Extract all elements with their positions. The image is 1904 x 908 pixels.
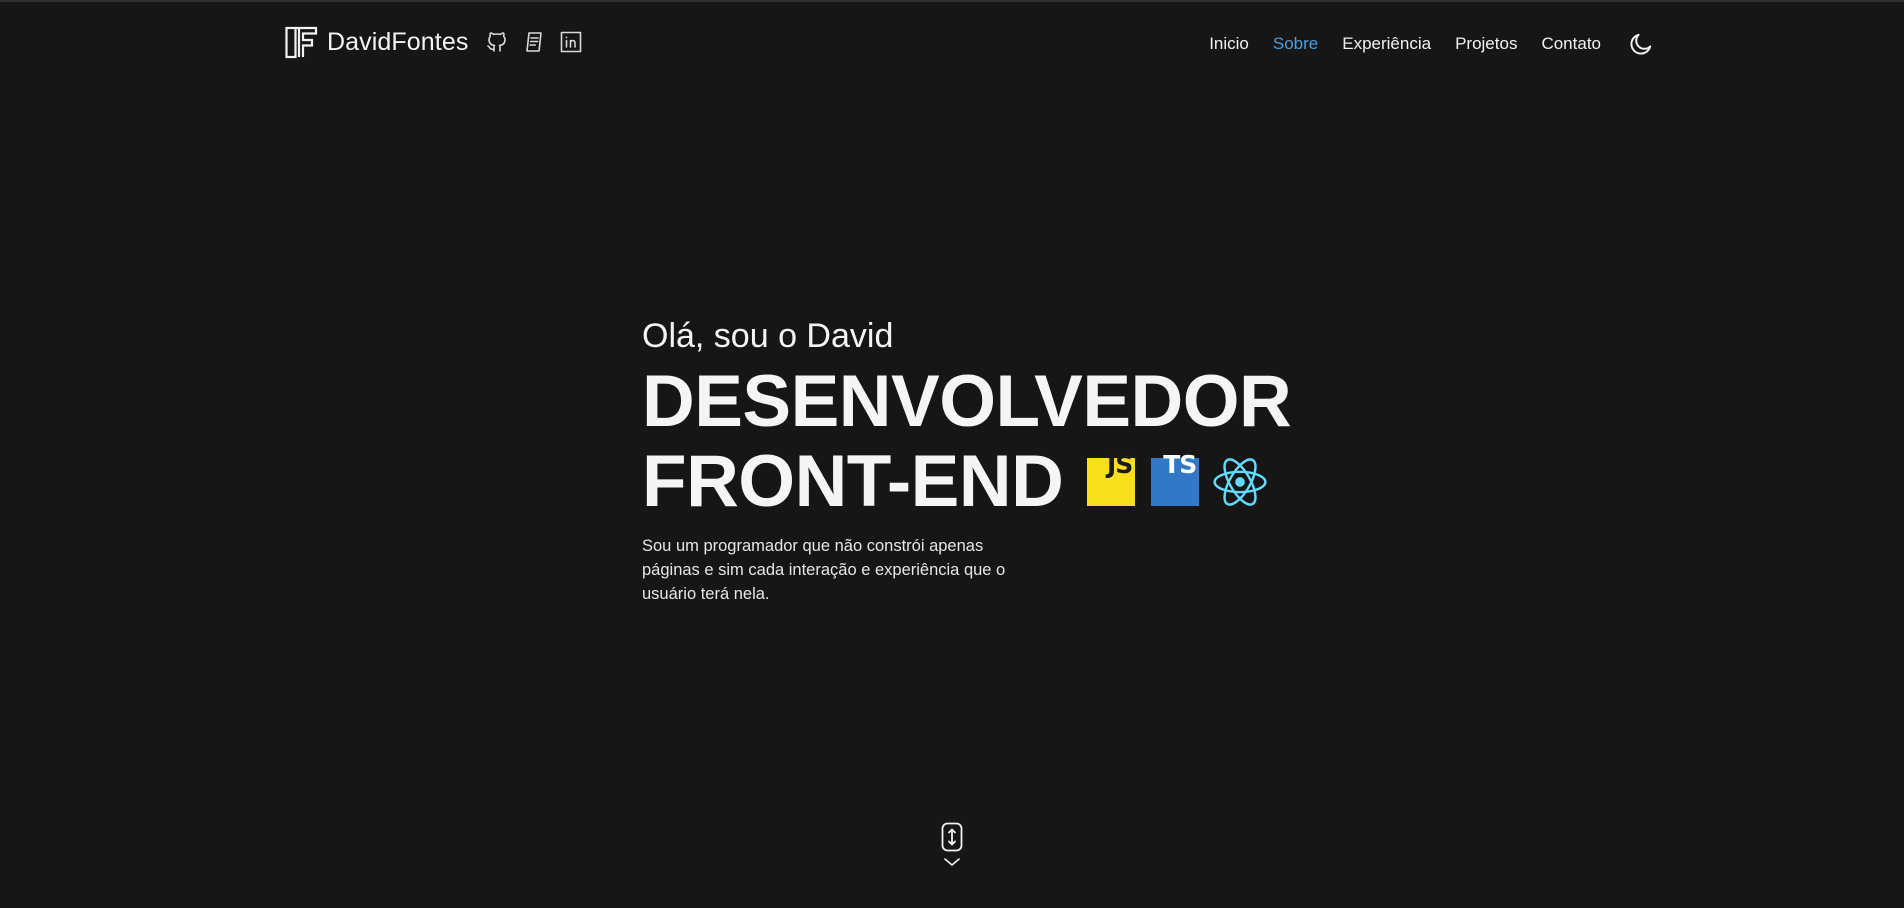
social-links bbox=[485, 29, 583, 55]
brand: DavidFontes bbox=[285, 24, 583, 60]
react-icon bbox=[1213, 458, 1267, 506]
site-header: DavidFontes Inicio Sobre Experiência Pro… bbox=[0, 2, 1904, 84]
hero-description: Sou um programador que não constrói apen… bbox=[642, 537, 1006, 603]
resume-icon[interactable] bbox=[522, 29, 546, 55]
hero-title-line2-row: FRONT-END JS TS bbox=[642, 442, 1282, 522]
mouse-scroll-icon bbox=[941, 822, 963, 852]
scroll-hint[interactable] bbox=[940, 822, 964, 868]
logo-icon[interactable] bbox=[285, 25, 318, 59]
nav-item-projetos[interactable]: Projetos bbox=[1455, 34, 1517, 54]
typescript-icon: TS bbox=[1151, 450, 1200, 506]
github-icon[interactable] bbox=[485, 29, 509, 55]
linkedin-icon[interactable] bbox=[559, 29, 583, 55]
nav-item-contato[interactable]: Contato bbox=[1541, 34, 1601, 54]
brand-name[interactable]: DavidFontes bbox=[327, 28, 468, 57]
nav-item-experiencia[interactable]: Experiência bbox=[1342, 34, 1431, 54]
nav-item-sobre[interactable]: Sobre bbox=[1273, 34, 1318, 54]
moon-icon bbox=[1630, 33, 1652, 55]
nav-item-inicio[interactable]: Inicio bbox=[1209, 34, 1249, 54]
hero-title-line2: FRONT-END bbox=[642, 441, 1064, 522]
tech-icons: JS TS bbox=[1087, 450, 1269, 511]
chevron-down-icon bbox=[944, 858, 960, 866]
hero-title: DESENVOLVEDOR FRONT-END JS TS bbox=[642, 362, 1292, 522]
main-nav: Inicio Sobre Experiência Projetos Contat… bbox=[1185, 26, 1655, 62]
javascript-icon: JS bbox=[1087, 450, 1136, 506]
hero-section: Olá, sou o David DESENVOLVEDOR FRONT-END… bbox=[642, 314, 1292, 606]
theme-toggle-button[interactable] bbox=[1627, 30, 1655, 58]
hero-greeting: Olá, sou o David bbox=[642, 317, 894, 355]
